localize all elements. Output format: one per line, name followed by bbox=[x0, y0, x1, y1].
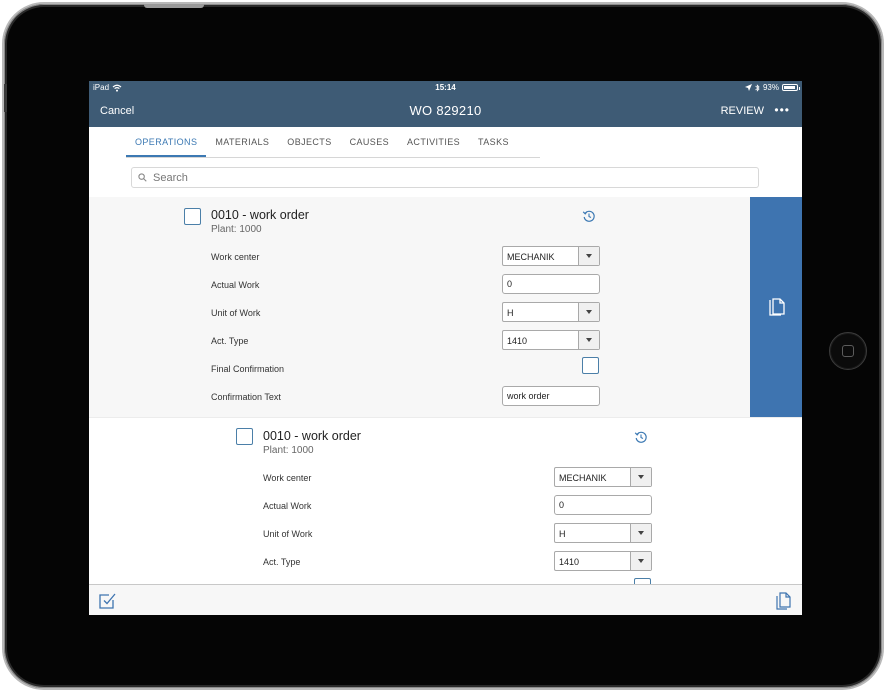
bluetooth-icon bbox=[755, 83, 760, 92]
home-square-icon bbox=[842, 345, 854, 357]
operation-title: 0010 - work order bbox=[263, 429, 361, 443]
top-bar: iPad 15:14 93% Cancel WO 829210 REVIEW •… bbox=[89, 81, 802, 127]
check-square-icon[interactable] bbox=[98, 592, 116, 610]
operation-card: 0010 - work order Plant: 1000 Work cente… bbox=[89, 197, 750, 417]
tab-operations[interactable]: OPERATIONS bbox=[126, 127, 207, 157]
operation-plant: Plant: 1000 bbox=[211, 224, 262, 235]
act-type-label: Act. Type bbox=[211, 336, 249, 346]
work-center-label: Work center bbox=[211, 252, 260, 262]
copy-icon[interactable] bbox=[775, 592, 792, 610]
operation-card: 0010 - work order Plant: 1000 Work cente… bbox=[89, 417, 802, 595]
history-icon[interactable] bbox=[634, 430, 648, 444]
work-center-select[interactable]: MECHANIK bbox=[554, 467, 652, 487]
tab-tasks[interactable]: TASKS bbox=[469, 127, 518, 157]
search-icon bbox=[138, 173, 147, 182]
unit-of-work-select[interactable]: H bbox=[502, 302, 600, 322]
frame-side-button bbox=[4, 84, 7, 112]
final-confirmation-checkbox[interactable] bbox=[582, 357, 599, 374]
operation-select-checkbox[interactable] bbox=[184, 208, 201, 225]
battery-percent: 93% bbox=[762, 83, 779, 92]
app-screen: iPad 15:14 93% Cancel WO 829210 REVIEW •… bbox=[89, 81, 802, 615]
chevron-down-icon bbox=[578, 303, 599, 321]
confirmation-text-label: Confirmation Text bbox=[211, 392, 281, 402]
history-icon[interactable] bbox=[582, 209, 596, 223]
operation-select-checkbox[interactable] bbox=[236, 428, 253, 445]
status-time: 15:14 bbox=[435, 83, 456, 92]
page-title: WO 829210 bbox=[409, 103, 482, 118]
chevron-down-icon bbox=[630, 468, 651, 486]
work-center-select[interactable]: MECHANIK bbox=[502, 246, 600, 266]
tab-causes[interactable]: CAUSES bbox=[341, 127, 398, 157]
chevron-down-icon bbox=[630, 524, 651, 542]
copy-icon bbox=[769, 298, 785, 316]
act-type-value: 1410 bbox=[559, 557, 580, 567]
more-options-button[interactable]: ••• bbox=[774, 103, 790, 117]
bottom-toolbar bbox=[89, 584, 802, 615]
location-arrow-icon bbox=[744, 84, 752, 91]
actual-work-input[interactable] bbox=[502, 274, 600, 294]
chevron-down-icon bbox=[578, 331, 599, 349]
battery-level bbox=[784, 86, 796, 89]
act-type-value: 1410 bbox=[507, 336, 528, 346]
tab-bar: OPERATIONS MATERIALS OBJECTS CAUSES ACTI… bbox=[126, 127, 540, 158]
chevron-down-icon bbox=[630, 552, 651, 570]
operation-title: 0010 - work order bbox=[211, 208, 309, 222]
battery-icon bbox=[782, 84, 800, 91]
act-type-select[interactable]: 1410 bbox=[502, 330, 600, 350]
copy-action-panel[interactable] bbox=[750, 197, 802, 417]
operation-plant: Plant: 1000 bbox=[263, 445, 314, 456]
act-type-label: Act. Type bbox=[263, 557, 301, 567]
status-bar: iPad 15:14 93% bbox=[89, 81, 802, 95]
review-button[interactable]: REVIEW bbox=[721, 105, 764, 117]
tab-objects[interactable]: OBJECTS bbox=[278, 127, 340, 157]
unit-of-work-value: H bbox=[507, 308, 514, 318]
tab-activities[interactable]: ACTIVITIES bbox=[398, 127, 469, 157]
chevron-down-icon bbox=[578, 247, 599, 265]
search-input[interactable] bbox=[153, 171, 743, 184]
unit-of-work-value: H bbox=[559, 529, 566, 539]
final-confirmation-label: Final Confirmation bbox=[211, 364, 285, 374]
search-bar[interactable] bbox=[131, 167, 759, 188]
work-center-label: Work center bbox=[263, 473, 312, 483]
unit-of-work-label: Unit of Work bbox=[263, 529, 313, 539]
actual-work-label: Actual Work bbox=[263, 501, 312, 511]
tab-materials[interactable]: MATERIALS bbox=[206, 127, 278, 157]
actual-work-label: Actual Work bbox=[211, 280, 260, 290]
confirmation-text-input[interactable] bbox=[502, 386, 600, 406]
frame-top-button bbox=[144, 4, 204, 8]
act-type-select[interactable]: 1410 bbox=[554, 551, 652, 571]
unit-of-work-select[interactable]: H bbox=[554, 523, 652, 543]
actual-work-input[interactable] bbox=[554, 495, 652, 515]
unit-of-work-label: Unit of Work bbox=[211, 308, 261, 318]
work-center-value: MECHANIK bbox=[507, 252, 555, 262]
home-button[interactable] bbox=[829, 332, 867, 370]
nav-bar: Cancel WO 829210 REVIEW ••• bbox=[89, 95, 802, 127]
work-center-value: MECHANIK bbox=[559, 473, 607, 483]
